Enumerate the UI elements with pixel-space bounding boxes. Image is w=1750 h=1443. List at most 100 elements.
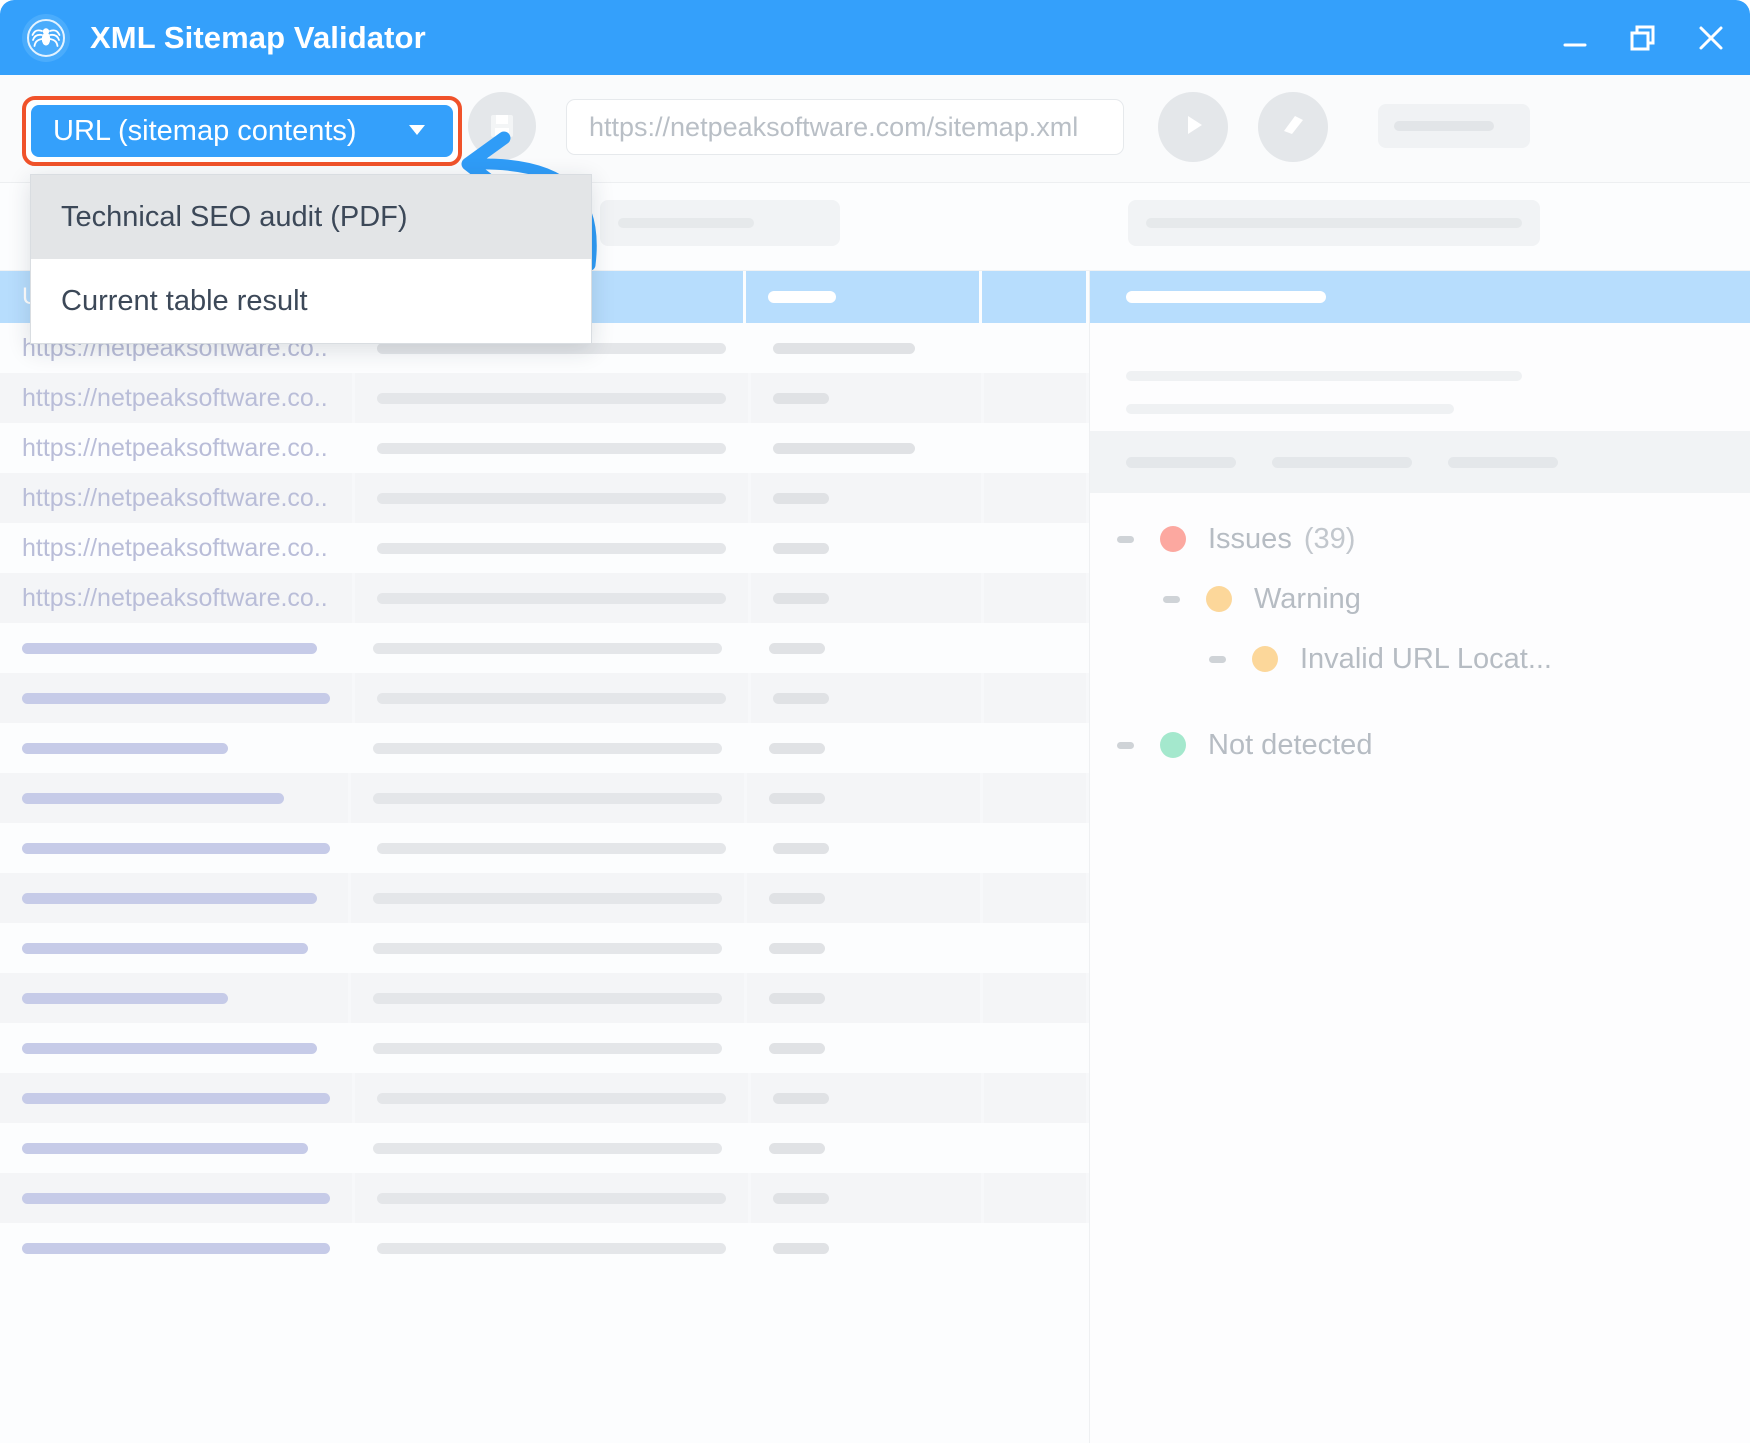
table-cell-col2-placeholder [377,692,726,704]
table-cell-col2-placeholder [373,742,723,754]
table-cell-col3 [751,373,981,423]
table-header-col4[interactable] [982,271,1086,323]
table-cell-col3-placeholder [769,642,826,654]
table-cell-col3-placeholder [773,1092,829,1104]
table-cell-col2-placeholder [377,1092,726,1104]
table-row[interactable] [0,1123,1089,1173]
sidebar-ghost-line-1 [1126,371,1522,381]
table-cell-col3 [751,523,981,573]
issue-tree-row[interactable]: Warning [1090,569,1750,629]
table-row[interactable] [0,1173,1089,1223]
table-cell-col2 [355,1223,748,1273]
table-cell-col2-placeholder [377,592,726,604]
table-row[interactable] [0,1223,1089,1273]
collapse-minus-icon[interactable] [1112,732,1138,758]
table-cell-col4 [983,723,1086,773]
table-cell-url-placeholder [22,1242,330,1254]
table-row[interactable] [0,673,1089,723]
table-cell-col3-placeholder [773,492,829,504]
table-cell-url-placeholder [22,1192,330,1204]
table-cell-col3-placeholder [773,442,915,454]
table-cell-col2-placeholder [377,442,726,454]
table-cell-col4 [983,1023,1086,1073]
table-row[interactable]: https://netpeaksoftware.co... [0,573,1089,623]
dropdown-item-current-table-result[interactable]: Current table result [31,259,591,343]
table-cell-url-text: https://netpeaksoftware.co... [22,483,330,512]
table-cell-url-placeholder [22,992,228,1004]
export-source-select[interactable]: URL (sitemap contents) [31,105,453,157]
table-cell-col2-placeholder [377,1242,726,1254]
table-cell-col3 [747,1123,980,1173]
restore-window-icon[interactable] [1626,21,1660,55]
toolbar-extra-control[interactable] [1378,104,1530,148]
table-cell-col3-placeholder [773,842,829,854]
minimize-icon[interactable] [1558,21,1592,55]
table-row[interactable]: https://netpeaksoftware.co... [0,423,1089,473]
table-cell-col2 [355,573,748,623]
table-cell-col2 [351,773,745,823]
spider-icon [22,13,70,62]
close-icon[interactable] [1694,21,1728,55]
table-cell-url: https://netpeaksoftware.co... [0,523,352,573]
issue-tree-row[interactable]: Invalid URL Locat... [1090,629,1750,689]
table-row[interactable]: https://netpeaksoftware.co... [0,523,1089,573]
table-row[interactable] [0,723,1089,773]
table-cell-col4 [984,1223,1086,1273]
collapse-minus-icon[interactable] [1158,586,1184,612]
issue-tree-row[interactable]: Not detected [1090,715,1750,775]
collapse-minus-icon[interactable] [1204,646,1230,672]
table-cell-col3 [751,673,981,723]
table-cell-url [0,873,349,923]
table-cell-col2-placeholder [373,1042,723,1054]
filter-right-placeholder [1146,218,1522,228]
table-row[interactable]: https://netpeaksoftware.co... [0,373,1089,423]
filter-control-left[interactable] [600,200,840,246]
table-cell-url: https://netpeaksoftware.co... [0,473,352,523]
table-cell-url-placeholder [22,642,317,654]
table-row[interactable] [0,1023,1089,1073]
table-cell-url [0,973,349,1023]
table-row[interactable]: https://netpeaksoftware.co... [0,473,1089,523]
table-cell-col3 [747,623,980,673]
table-cell-col3 [747,723,980,773]
table-row[interactable] [0,923,1089,973]
table-row[interactable] [0,823,1089,873]
sidebar-header [1090,271,1750,323]
table-cell-col2 [355,823,748,873]
table-cell-col2 [355,1073,748,1123]
table-cell-col4 [983,673,1086,723]
table-cell-col2 [351,873,745,923]
start-button[interactable] [1158,92,1228,162]
clear-button[interactable] [1258,92,1328,162]
table-row[interactable] [0,973,1089,1023]
status-dot-icon [1252,646,1278,672]
table-row[interactable] [0,623,1089,673]
table-cell-col3-placeholder [769,1042,826,1054]
filter-left-placeholder [618,218,754,228]
table-cell-col2 [355,373,748,423]
table-cell-col4 [983,923,1086,973]
table-header-col3[interactable] [745,271,980,323]
table-cell-col3 [751,1223,981,1273]
table-row[interactable] [0,1073,1089,1123]
table-row[interactable] [0,873,1089,923]
issue-tree: Issues (39) Warning Invalid URL Locat... Not… [1090,509,1750,775]
table-cell-url-placeholder [22,1042,317,1054]
save-icon[interactable] [468,92,536,160]
filter-control-right[interactable] [1128,200,1540,246]
dropdown-item-technical-seo-audit[interactable]: Technical SEO audit (PDF) [31,175,591,259]
table-cell-col2 [351,623,744,673]
issue-tree-label: Warning [1254,582,1361,615]
collapse-minus-icon[interactable] [1112,526,1138,552]
table-row[interactable] [0,773,1089,823]
status-dot-icon [1206,586,1232,612]
window-controls [1558,21,1728,55]
issue-tree-row[interactable]: Issues (39) [1090,509,1750,569]
url-input[interactable]: https://netpeaksoftware.com/sitemap.xml [566,99,1124,155]
table-cell-col3-placeholder [773,542,829,554]
dropdown-item-label: Current table result [61,284,308,317]
table-cell-col4 [982,873,1086,923]
table-cell-col4 [983,1173,1086,1223]
table-cell-col4 [983,1073,1086,1123]
table-cell-col2 [351,723,744,773]
